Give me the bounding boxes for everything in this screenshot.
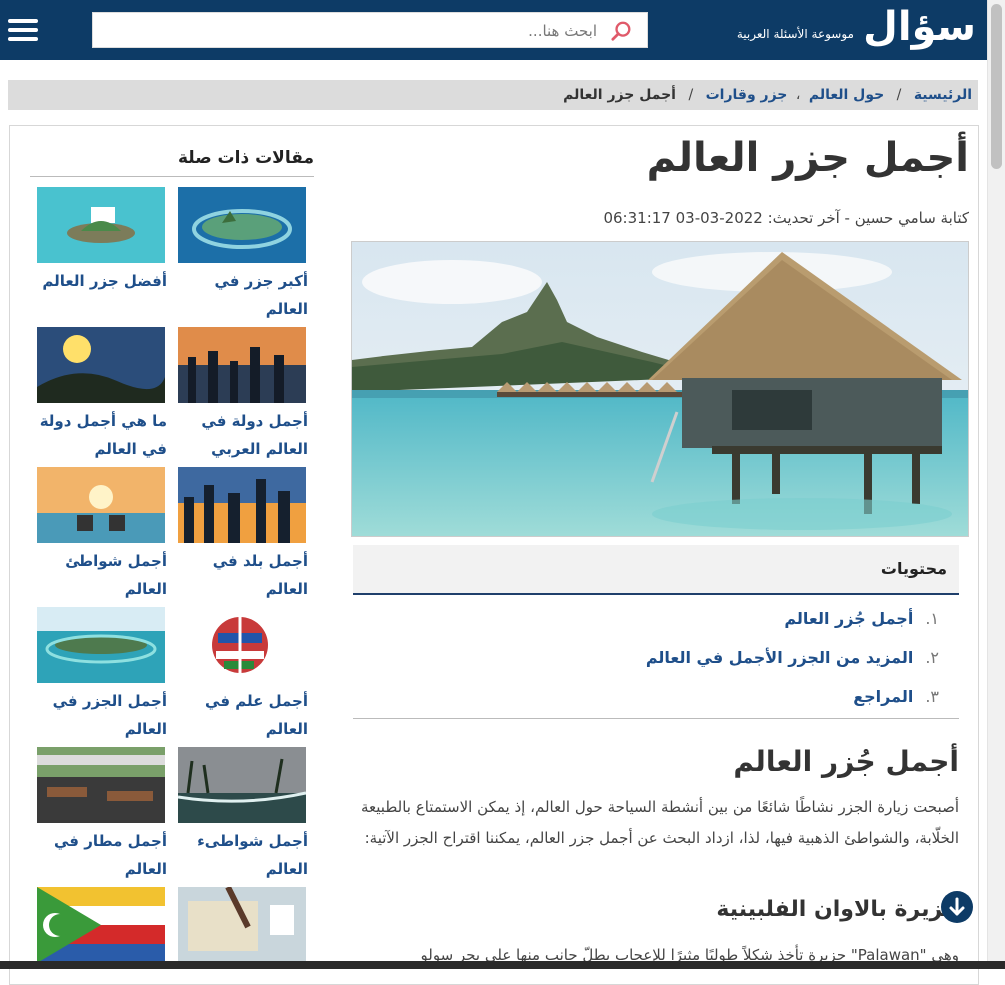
related-card[interactable]: أفضل جزر العالم — [37, 187, 167, 295]
related-card[interactable]: أجمل مطار في العالم — [37, 747, 167, 883]
related-card[interactable] — [37, 887, 167, 963]
breadcrumb: الرئيسية / حول العالم ، جزر وقارات / أجم… — [8, 80, 978, 110]
site-tagline: موسوعة الأسئلة العربية — [736, 27, 854, 41]
card-image[interactable] — [37, 747, 165, 823]
related-card[interactable]: أجمل دولة في العالم العربي — [178, 327, 308, 463]
bottom-edge — [0, 961, 1005, 969]
toc-divider — [353, 718, 959, 719]
article-paragraph: أصبحت زيارة الجزر نشاطًا شائعًا من بين أ… — [361, 798, 959, 847]
search-box[interactable] — [92, 12, 648, 49]
toc-item[interactable]: ٣.المراجع — [353, 677, 959, 716]
related-card[interactable]: أجمل شواطىء العالم — [178, 747, 308, 883]
breadcrumb-islands-continents[interactable]: جزر وقارات — [706, 87, 788, 103]
breadcrumb-separator: ، — [795, 87, 801, 103]
subsection-title: جزيرة بالاوان الفلبينية — [716, 897, 959, 922]
breadcrumb-around-world[interactable]: حول العالم — [809, 87, 884, 103]
search-icon[interactable] — [611, 20, 633, 42]
related-card[interactable]: ما هي أجمل دولة في العالم — [37, 327, 167, 463]
card-image[interactable] — [178, 327, 306, 403]
site-logo[interactable]: سؤال — [863, 2, 976, 52]
arrow-down-icon — [949, 897, 965, 916]
related-card[interactable]: أجمل شواطئ العالم — [37, 467, 167, 603]
breadcrumb-current: أجمل جزر العالم — [563, 87, 676, 103]
related-card[interactable]: أكبر جزر في العالم — [178, 187, 308, 323]
breadcrumb-separator: / — [896, 87, 902, 103]
related-card[interactable] — [178, 887, 308, 963]
toc-item[interactable]: ١.أجمل جُزر العالم — [353, 599, 959, 638]
card-image[interactable] — [37, 327, 165, 403]
card-image[interactable] — [178, 467, 306, 543]
card-image[interactable] — [178, 607, 306, 683]
toc-item[interactable]: ٢.المزيد من الجزر الأجمل في العالم — [353, 638, 959, 677]
card-image[interactable] — [37, 187, 165, 263]
card-image[interactable] — [178, 747, 306, 823]
card-image[interactable] — [178, 887, 306, 963]
page-scrollbar[interactable] — [987, 0, 1005, 969]
table-of-contents: محتويات ١.أجمل جُزر العالم ٢.المزيد من ا… — [353, 545, 959, 719]
related-heading: مقالات ذات صلة — [30, 140, 314, 177]
menu-icon[interactable] — [8, 19, 38, 41]
card-image[interactable] — [178, 187, 306, 263]
related-card[interactable]: أجمل الجزر في العالم — [37, 607, 167, 743]
scroll-down-button[interactable] — [941, 891, 973, 923]
toc-heading: محتويات — [353, 545, 959, 595]
page-title: أجمل جزر العالم — [646, 135, 969, 181]
hero-image — [351, 241, 969, 537]
related-articles: مقالات ذات صلة — [30, 140, 314, 177]
article-byline: كتابة سامي حسين - آخر تحديث: 2022-03-03 … — [603, 209, 969, 227]
section-title: أجمل جُزر العالم — [733, 745, 959, 778]
related-card[interactable]: أجمل بلد في العالم — [178, 467, 308, 603]
card-image[interactable] — [37, 607, 165, 683]
scrollbar-thumb[interactable] — [991, 4, 1002, 169]
search-input[interactable] — [125, 13, 599, 49]
breadcrumb-home[interactable]: الرئيسية — [914, 87, 972, 103]
related-card[interactable]: أجمل علم في العالم — [178, 607, 308, 743]
card-image[interactable] — [37, 887, 165, 963]
site-header: موسوعة الأسئلة العربية سؤال — [0, 0, 988, 60]
breadcrumb-separator: / — [688, 87, 694, 103]
card-image[interactable] — [37, 467, 165, 543]
